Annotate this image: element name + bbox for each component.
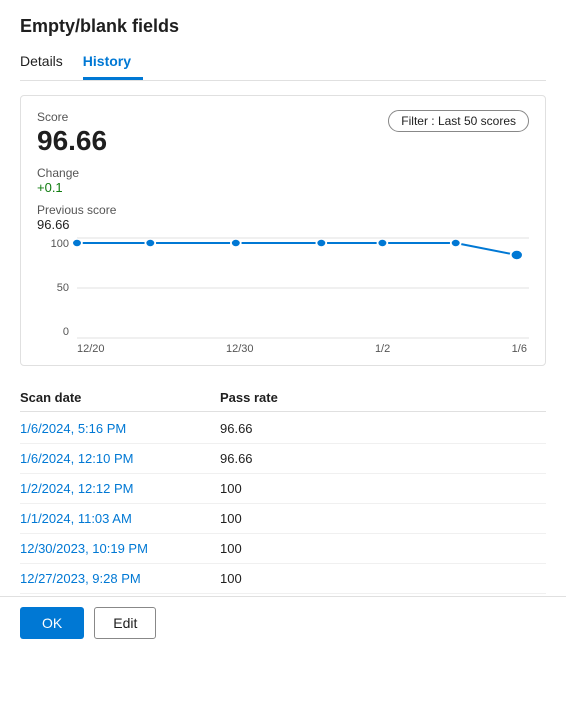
table-row: 12/27/2023, 9:28 PM 100 xyxy=(20,564,546,594)
row-date[interactable]: 12/30/2023, 10:19 PM xyxy=(20,541,220,556)
x-axis: 12/20 12/30 1/2 1/6 xyxy=(77,343,529,355)
col-date-header: Scan date xyxy=(20,390,220,405)
tab-details[interactable]: Details xyxy=(20,47,75,80)
x-label-16: 1/6 xyxy=(512,343,527,355)
row-pass: 100 xyxy=(220,511,546,526)
row-date[interactable]: 12/27/2023, 9:28 PM xyxy=(20,571,220,586)
edit-button[interactable]: Edit xyxy=(94,607,156,639)
prev-score-label: Previous score xyxy=(37,203,116,217)
chart-card: Score 96.66 Change +0.1 Previous score 9… xyxy=(20,95,546,366)
y-label-100: 100 xyxy=(37,238,69,250)
tab-bar: Details History xyxy=(20,47,546,81)
table-row: 1/2/2024, 12:12 PM 100 xyxy=(20,474,546,504)
ok-button[interactable]: OK xyxy=(20,607,84,639)
row-date[interactable]: 1/6/2024, 12:10 PM xyxy=(20,451,220,466)
row-pass: 96.66 xyxy=(220,451,546,466)
line-chart xyxy=(77,238,529,338)
table-row: 1/6/2024, 5:16 PM 96.66 xyxy=(20,414,546,444)
row-date[interactable]: 1/1/2024, 11:03 AM xyxy=(20,511,220,526)
y-label-0: 0 xyxy=(37,326,69,338)
row-date[interactable]: 1/2/2024, 12:12 PM xyxy=(20,481,220,496)
table-header: Scan date Pass rate xyxy=(20,384,546,412)
row-pass: 96.66 xyxy=(220,421,546,436)
change-value: +0.1 xyxy=(37,180,116,195)
tab-history[interactable]: History xyxy=(83,47,143,80)
y-label-50: 50 xyxy=(37,282,69,294)
footer: OK Edit xyxy=(0,596,566,649)
score-section: Score 96.66 Change +0.1 Previous score 9… xyxy=(37,110,116,232)
row-pass: 100 xyxy=(220,571,546,586)
table-row: 1/6/2024, 12:10 PM 96.66 xyxy=(20,444,546,474)
col-pass-header: Pass rate xyxy=(220,390,546,405)
page-title: Empty/blank fields xyxy=(20,16,546,37)
x-label-1230: 12/30 xyxy=(226,343,254,355)
table-row: 1/1/2024, 11:03 AM 100 xyxy=(20,504,546,534)
x-label-12: 1/2 xyxy=(375,343,390,355)
prev-score-value: 96.66 xyxy=(37,217,116,232)
x-label-1220: 12/20 xyxy=(77,343,105,355)
score-label: Score xyxy=(37,110,116,124)
filter-button[interactable]: Filter : Last 50 scores xyxy=(388,110,529,132)
table-row: 12/30/2023, 10:19 PM 100 xyxy=(20,534,546,564)
score-value: 96.66 xyxy=(37,124,116,158)
y-axis: 100 50 0 xyxy=(37,238,77,338)
row-date[interactable]: 1/6/2024, 5:16 PM xyxy=(20,421,220,436)
row-pass: 100 xyxy=(220,541,546,556)
change-label: Change xyxy=(37,166,116,180)
row-pass: 100 xyxy=(220,481,546,496)
